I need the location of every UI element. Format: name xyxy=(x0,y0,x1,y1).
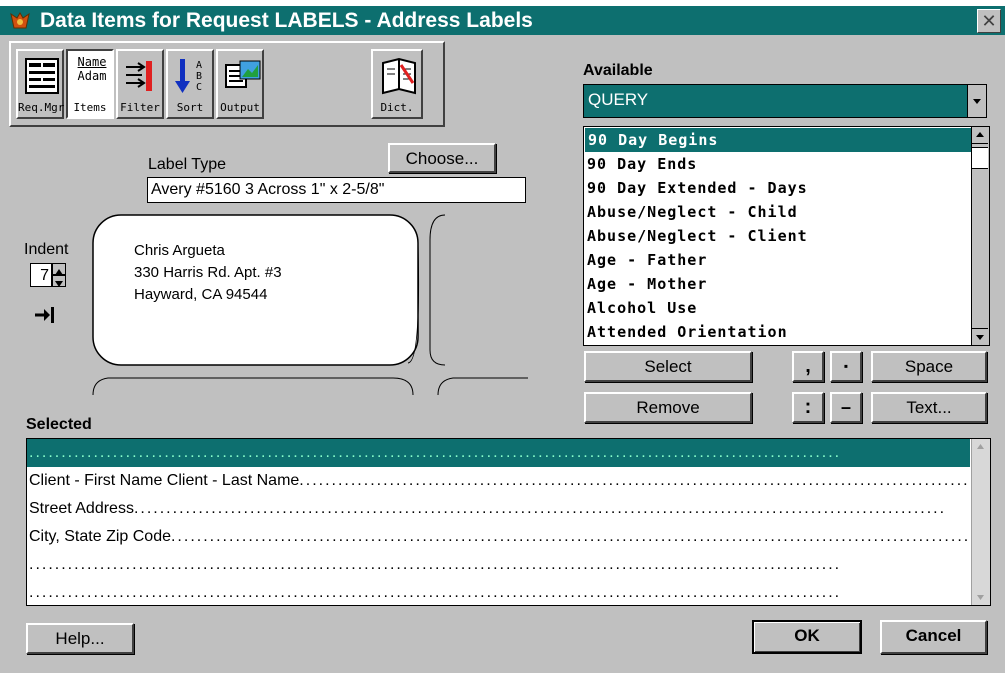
list-item[interactable]: Age - Mother xyxy=(584,272,971,296)
dropdown-value: QUERY xyxy=(588,90,649,109)
selected-scrollbar[interactable] xyxy=(971,439,990,605)
indent-arrow-icon xyxy=(35,307,54,323)
select-button[interactable]: Select xyxy=(584,351,752,382)
dropdown-arrow-icon[interactable] xyxy=(967,85,986,117)
sort-label: Sort xyxy=(176,101,204,114)
ok-button[interactable]: OK xyxy=(752,620,862,654)
selected-list[interactable]: ........................................… xyxy=(26,438,991,606)
cancel-button[interactable]: Cancel xyxy=(880,620,987,654)
dash-button[interactable]: – xyxy=(830,392,862,423)
selected-scroll-up-icon[interactable] xyxy=(972,439,989,455)
name-text: Name xyxy=(77,55,107,69)
output-icon xyxy=(225,60,261,88)
available-caption: Available xyxy=(583,62,653,79)
row-dots: ........................................… xyxy=(29,584,842,601)
row-dots: ........................................… xyxy=(29,444,842,461)
toolbar: Req.Mgr Name Adam Items Filter A B C Sor… xyxy=(9,41,445,127)
list-item[interactable]: Age - Father xyxy=(584,248,971,272)
indent-stepper[interactable]: 7 xyxy=(30,263,66,289)
list-item[interactable]: Alcohol Use xyxy=(584,296,971,320)
colon-button[interactable]: : xyxy=(792,392,824,423)
selected-row-text: City, State Zip Code xyxy=(29,528,171,545)
available-scrollbar[interactable] xyxy=(971,127,989,345)
window-titlebar: Data Items for Request LABELS - Address … xyxy=(0,0,1005,35)
filter-icon xyxy=(126,61,152,91)
list-item[interactable]: Abuse/Neglect - Child xyxy=(584,200,971,224)
filter-label: Filter xyxy=(120,101,160,114)
selected-row[interactable]: Client - First Name Client - Last Name..… xyxy=(27,467,970,495)
list-item[interactable]: 90 Day Ends xyxy=(584,152,971,176)
row-dots: ........................................… xyxy=(133,500,947,517)
indent-up-arrow-icon[interactable] xyxy=(52,263,66,275)
window-title: Data Items for Request LABELS - Address … xyxy=(40,9,533,32)
svg-text:B: B xyxy=(196,71,202,82)
selected-row[interactable]: Street Address..........................… xyxy=(27,495,970,523)
selected-caption: Selected xyxy=(26,416,92,433)
selected-row[interactable]: City, State Zip Code....................… xyxy=(27,523,970,551)
name-items-icon: Name Adam xyxy=(72,55,112,83)
label-type-caption: Label Type xyxy=(148,156,226,173)
comma-button[interactable]: , xyxy=(792,351,824,382)
selected-row[interactable]: ........................................… xyxy=(27,579,970,605)
label-preview-text: Chris Argueta 330 Harris Rd. Apt. #3 Hay… xyxy=(134,240,282,306)
list-item[interactable]: Attended Orientation xyxy=(584,320,971,344)
svg-text:C: C xyxy=(196,82,202,93)
selected-scroll-down-icon[interactable] xyxy=(972,589,989,605)
selected-row-text: Client - First Name Client - Last Name xyxy=(29,472,300,489)
help-label: Help... xyxy=(55,629,105,648)
list-item[interactable]: Abuse/Neglect - Client xyxy=(584,224,971,248)
close-button[interactable]: ✕ xyxy=(977,9,1001,33)
space-button[interactable]: Space xyxy=(871,351,987,382)
selected-row[interactable]: ........................................… xyxy=(27,551,970,579)
remove-button[interactable]: Remove xyxy=(584,392,752,423)
selected-row[interactable]: ........................................… xyxy=(27,439,970,467)
dictionary-label: Dict. xyxy=(380,101,414,114)
app-icon xyxy=(10,12,30,29)
preview-line-1: Chris Argueta xyxy=(134,242,225,259)
filter-button[interactable]: Filter xyxy=(116,49,164,119)
available-list[interactable]: 90 Day Begins 90 Day Ends 90 Day Extende… xyxy=(583,126,990,346)
available-dropdown[interactable]: QUERY xyxy=(583,84,987,118)
output-button[interactable]: Output xyxy=(216,49,264,119)
indent-value[interactable]: 7 xyxy=(30,263,52,287)
selected-row-text: Street Address xyxy=(29,500,134,517)
row-dots: ........................................… xyxy=(170,528,970,545)
scroll-down-arrow-icon[interactable] xyxy=(972,328,988,345)
label-type-field[interactable]: Avery #5160 3 Across 1" x 2-5/8" xyxy=(147,177,526,203)
period-button[interactable]: ▪ xyxy=(830,351,862,382)
title-bar[interactable]: Data Items for Request LABELS - Address … xyxy=(0,6,1005,35)
items-label: Items xyxy=(73,101,107,114)
row-dots: ........................................… xyxy=(29,556,842,573)
form-icon xyxy=(25,58,59,94)
indent-down-arrow-icon[interactable] xyxy=(52,275,66,287)
scroll-thumb[interactable] xyxy=(972,147,988,169)
adam-text: Adam xyxy=(77,69,107,83)
dictionary-button[interactable]: Dict. xyxy=(371,49,423,119)
sort-icon: A B C xyxy=(175,59,202,93)
row-dots: ........................................… xyxy=(299,472,970,489)
list-item[interactable]: 90 Day Begins xyxy=(585,128,971,152)
output-label: Output xyxy=(220,101,260,114)
scroll-up-arrow-icon[interactable] xyxy=(972,127,988,144)
req-mgr-button[interactable]: Req.Mgr xyxy=(16,49,64,119)
svg-text:A: A xyxy=(196,60,202,71)
preview-line-3: Hayward, CA 94544 xyxy=(134,286,268,303)
help-button[interactable]: Help... xyxy=(26,623,134,654)
items-button[interactable]: Name Adam Items xyxy=(66,49,114,119)
dictionary-icon xyxy=(382,57,416,95)
sort-button[interactable]: A B C Sort xyxy=(166,49,214,119)
text-button[interactable]: Text... xyxy=(871,392,987,423)
indent-caption: Indent xyxy=(24,241,69,258)
choose-button[interactable]: Choose... xyxy=(388,143,496,173)
preview-line-2: 330 Harris Rd. Apt. #3 xyxy=(134,264,282,281)
req-mgr-label: Req.Mgr xyxy=(18,101,65,114)
list-item[interactable]: 90 Day Extended - Days xyxy=(584,176,971,200)
